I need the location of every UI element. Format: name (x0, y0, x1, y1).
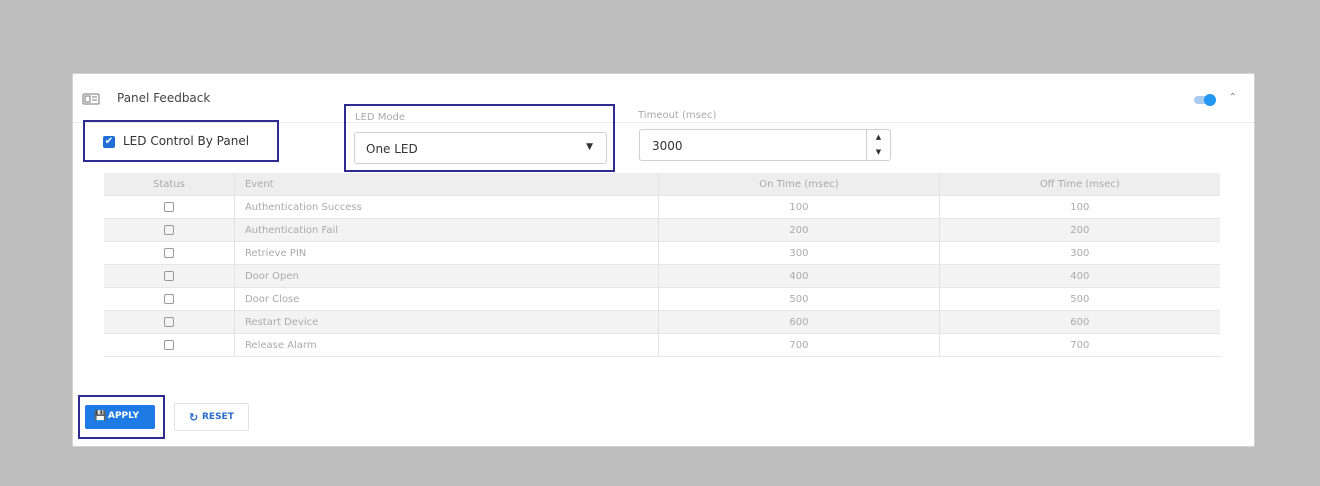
card-title: Panel Feedback (117, 91, 211, 105)
led-mode-value: One LED (366, 142, 418, 156)
card-header: Panel Feedback ⌃ (73, 90, 1254, 112)
row-event: Retrieve PIN (233, 241, 659, 265)
led-mode-label: LED Mode (355, 112, 406, 123)
row-on-time: 500 (658, 287, 940, 311)
row-off-time: 600 (938, 310, 1220, 334)
table-row: Release Alarm 700 700 (104, 333, 1220, 357)
timeout-label: Timeout (msec) (638, 110, 717, 121)
led-mode-select[interactable]: One LED ▼ (354, 132, 607, 164)
row-on-time: 200 (658, 218, 940, 242)
table-row: Door Open 400 400 (104, 264, 1220, 288)
row-off-time: 100 (938, 195, 1220, 219)
row-checkbox[interactable] (163, 339, 174, 350)
led-feedback-table: Status Event On Time (msec) Off Time (ms… (104, 173, 1220, 357)
caret-down-icon: ▼ (586, 142, 593, 152)
chevron-up-icon[interactable]: ⌃ (1229, 92, 1237, 103)
apply-button[interactable]: 💾 APPLY (85, 405, 155, 429)
table-row: Door Close 500 500 (104, 287, 1220, 311)
row-status-cell (104, 264, 235, 288)
row-off-time: 500 (938, 287, 1220, 311)
row-checkbox[interactable] (163, 201, 174, 212)
table-row: Authentication Fail 200 200 (104, 218, 1220, 242)
row-on-time: 700 (658, 333, 940, 357)
apply-label: APPLY (108, 411, 140, 421)
row-on-time: 300 (658, 241, 940, 265)
row-on-time: 100 (658, 195, 940, 219)
row-checkbox[interactable] (163, 270, 174, 281)
led-mode-group: LED Mode One LED ▼ (344, 104, 615, 172)
column-header-status[interactable]: Status (104, 173, 235, 196)
refresh-icon: ↻ (189, 411, 199, 424)
led-control-label[interactable]: LED Control By Panel (123, 134, 249, 148)
table-header-row: Status Event On Time (msec) Off Time (ms… (104, 173, 1220, 196)
row-event: Restart Device (233, 310, 659, 334)
enable-toggle[interactable] (1194, 94, 1216, 106)
panel-icon (82, 93, 100, 105)
reset-label: RESET (202, 412, 234, 422)
row-on-time: 400 (658, 264, 940, 288)
row-on-time: 600 (658, 310, 940, 334)
row-off-time: 300 (938, 241, 1220, 265)
row-checkbox[interactable] (163, 316, 174, 327)
row-checkbox[interactable] (163, 247, 174, 258)
save-icon: 💾 (94, 411, 107, 422)
row-status-cell (104, 195, 235, 219)
timeout-value: 3000 (652, 139, 683, 153)
timeout-input[interactable]: 3000 ▲ ▼ (639, 129, 891, 161)
table-row: Retrieve PIN 300 300 (104, 241, 1220, 265)
row-status-cell (104, 241, 235, 265)
row-event: Authentication Success (233, 195, 659, 219)
table-row: Restart Device 600 600 (104, 310, 1220, 334)
reset-button[interactable]: ↻ RESET (174, 403, 249, 431)
row-status-cell (104, 333, 235, 357)
step-down-icon[interactable]: ▼ (867, 145, 890, 160)
step-up-icon[interactable]: ▲ (867, 130, 890, 145)
led-control-checkbox-group[interactable]: ✔ LED Control By Panel (83, 120, 279, 162)
toggle-knob (1204, 94, 1216, 106)
row-status-cell (104, 310, 235, 334)
row-status-cell (104, 218, 235, 242)
row-checkbox[interactable] (163, 224, 174, 235)
column-header-event[interactable]: Event (233, 173, 659, 196)
row-event: Door Open (233, 264, 659, 288)
column-header-off-time[interactable]: Off Time (msec) (938, 173, 1220, 196)
row-off-time: 400 (938, 264, 1220, 288)
row-checkbox[interactable] (163, 293, 174, 304)
row-event: Release Alarm (233, 333, 659, 357)
row-event: Authentication Fail (233, 218, 659, 242)
apply-button-focus: 💾 APPLY (78, 395, 165, 439)
led-control-checkbox[interactable]: ✔ (103, 136, 115, 148)
panel-feedback-card: Panel Feedback ⌃ ✔ LED Control By Panel … (72, 73, 1255, 447)
timeout-stepper[interactable]: ▲ ▼ (866, 130, 890, 160)
row-status-cell (104, 287, 235, 311)
row-off-time: 700 (938, 333, 1220, 357)
row-off-time: 200 (938, 218, 1220, 242)
table-row: Authentication Success 100 100 (104, 195, 1220, 219)
row-event: Door Close (233, 287, 659, 311)
column-header-on-time[interactable]: On Time (msec) (658, 173, 940, 196)
